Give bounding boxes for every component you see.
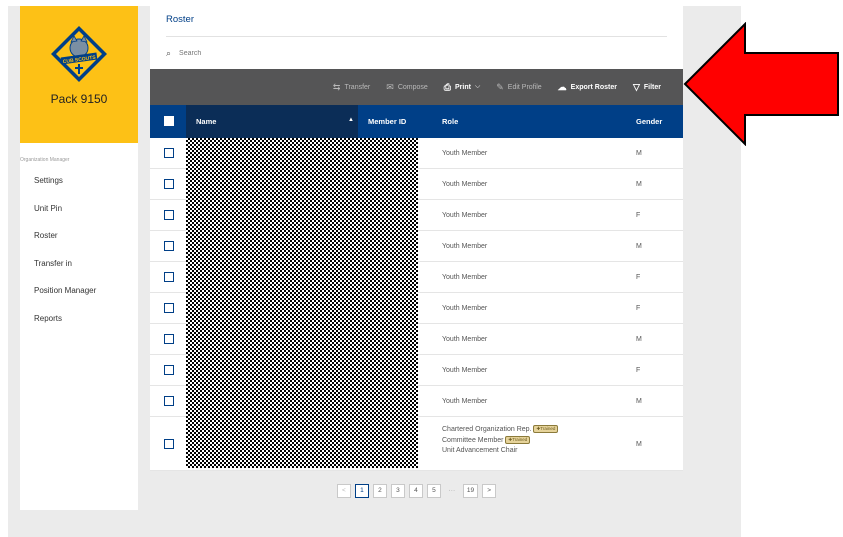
role-line: Committee Member (442, 436, 504, 444)
cub-scouts-logo: CUB SCOUTS (51, 26, 107, 82)
gender-cell: F (636, 305, 641, 312)
page-button-5[interactable]: 5 (426, 483, 441, 498)
page-button-19[interactable]: 19 (462, 483, 479, 498)
compose-button[interactable]: ✉ Compose (378, 82, 436, 93)
row-checkbox[interactable] (164, 303, 174, 313)
role-cell: Youth Member (442, 274, 488, 281)
gender-cell: M (636, 243, 642, 250)
search-bar: ⌕ (166, 44, 466, 62)
role-cell: Youth Member (442, 212, 488, 219)
role-cell: Youth Member (442, 150, 488, 157)
transfer-label: Transfer (344, 83, 371, 91)
main-panel: Roster ⌕ ⇆ Transfer ✉ Compose ⎙ Print ⌵ … (150, 6, 683, 510)
compose-label: Compose (397, 83, 428, 91)
nav-unit-pin[interactable]: Unit Pin (20, 195, 138, 223)
row-checkbox[interactable] (164, 334, 174, 344)
row-checkbox[interactable] (164, 365, 174, 375)
pagination: < 1 2 3 4 5 ··· 19 > (150, 471, 683, 510)
gender-cell: M (636, 441, 642, 448)
print-button[interactable]: ⎙ Print ⌵ (436, 82, 488, 93)
redacted-names-overlay (186, 138, 418, 468)
filter-button[interactable]: ▽ Filter (625, 82, 669, 93)
transfer-icon: ⇆ (332, 81, 341, 92)
row-checkbox[interactable] (164, 210, 174, 220)
trained-badge: ✚Trained (533, 425, 559, 434)
sidebar: CUB SCOUTS Pack 9150 Organization Manage… (20, 6, 138, 510)
gender-cell: M (636, 150, 642, 157)
gender-cell: F (636, 212, 641, 219)
nav-roster[interactable]: Roster (20, 222, 138, 250)
page-button-4[interactable]: 4 (408, 483, 423, 498)
gender-cell: F (636, 274, 641, 281)
cloud-upload-icon: ☁ (557, 81, 567, 92)
org-manager-label: Organization Manager (20, 157, 70, 163)
role-cell: Youth Member (442, 305, 488, 312)
edit-profile-label: Edit Profile (507, 83, 542, 91)
role-cell: Youth Member (442, 181, 488, 188)
role-cell: Chartered Organization Rep. ✚Trained Com… (442, 425, 559, 457)
trained-badge: ✚Trained (505, 435, 531, 444)
gender-cell: M (636, 398, 642, 405)
nav-position-manager[interactable]: Position Manager (20, 277, 138, 305)
page-title: Roster (166, 14, 194, 25)
row-checkbox[interactable] (164, 148, 174, 158)
select-all-checkbox[interactable] (164, 116, 174, 126)
page-button-3[interactable]: 3 (390, 483, 405, 498)
row-checkbox[interactable] (164, 241, 174, 251)
unit-name: Pack 9150 (50, 92, 108, 106)
role-cell: Youth Member (442, 243, 488, 250)
gender-cell: M (636, 181, 642, 188)
role-line: Unit Advancement Chair (442, 447, 518, 454)
print-label: Print (454, 83, 471, 91)
nav-settings[interactable]: Settings (20, 167, 138, 195)
page-ellipsis: ··· (448, 487, 456, 494)
filter-icon: ▽ (632, 81, 640, 92)
filter-label: Filter (643, 83, 661, 91)
annotation-arrow (683, 22, 839, 146)
name-header[interactable]: Name (196, 117, 216, 126)
row-checkbox[interactable] (164, 179, 174, 189)
mail-icon: ✉ (386, 81, 394, 92)
unit-header: CUB SCOUTS Pack 9150 (20, 6, 138, 143)
export-roster-label: Export Roster (570, 83, 617, 91)
transfer-button[interactable]: ⇆ Transfer (325, 82, 378, 93)
roster-toolbar: ⇆ Transfer ✉ Compose ⎙ Print ⌵ ✎ Edit Pr… (150, 69, 683, 105)
sort-asc-icon[interactable]: ▲ (348, 117, 354, 123)
printer-icon: ⎙ (443, 81, 451, 92)
export-roster-button[interactable]: ☁ Export Roster (550, 82, 625, 93)
member-id-header[interactable]: Member ID (368, 117, 406, 126)
row-checkbox[interactable] (164, 396, 174, 406)
prev-page-button[interactable]: < (336, 483, 351, 498)
row-checkbox[interactable] (164, 439, 174, 449)
nav-transfer-in[interactable]: Transfer in (20, 250, 138, 278)
row-checkbox[interactable] (164, 272, 174, 282)
next-page-button[interactable]: > (482, 483, 497, 498)
divider (166, 36, 667, 37)
edit-profile-button[interactable]: ✎ Edit Profile (488, 82, 549, 93)
chevron-down-icon: ⌵ (474, 83, 481, 90)
gender-cell: F (636, 367, 641, 374)
pencil-icon: ✎ (496, 81, 504, 92)
role-header[interactable]: Role (442, 117, 458, 126)
role-cell: Youth Member (442, 367, 488, 374)
gender-cell: M (636, 336, 642, 343)
search-input[interactable] (179, 49, 380, 57)
gender-header[interactable]: Gender (636, 117, 662, 126)
nav-reports[interactable]: Reports (20, 305, 138, 333)
search-icon: ⌕ (166, 47, 172, 58)
role-cell: Youth Member (442, 336, 488, 343)
role-line: Chartered Organization Rep. (442, 426, 532, 433)
role-cell: Youth Member (442, 398, 488, 405)
page-button-1[interactable]: 1 (354, 483, 369, 498)
table-header: Name ▲ Member ID Role Gender (150, 105, 683, 138)
page-button-2[interactable]: 2 (372, 483, 387, 498)
